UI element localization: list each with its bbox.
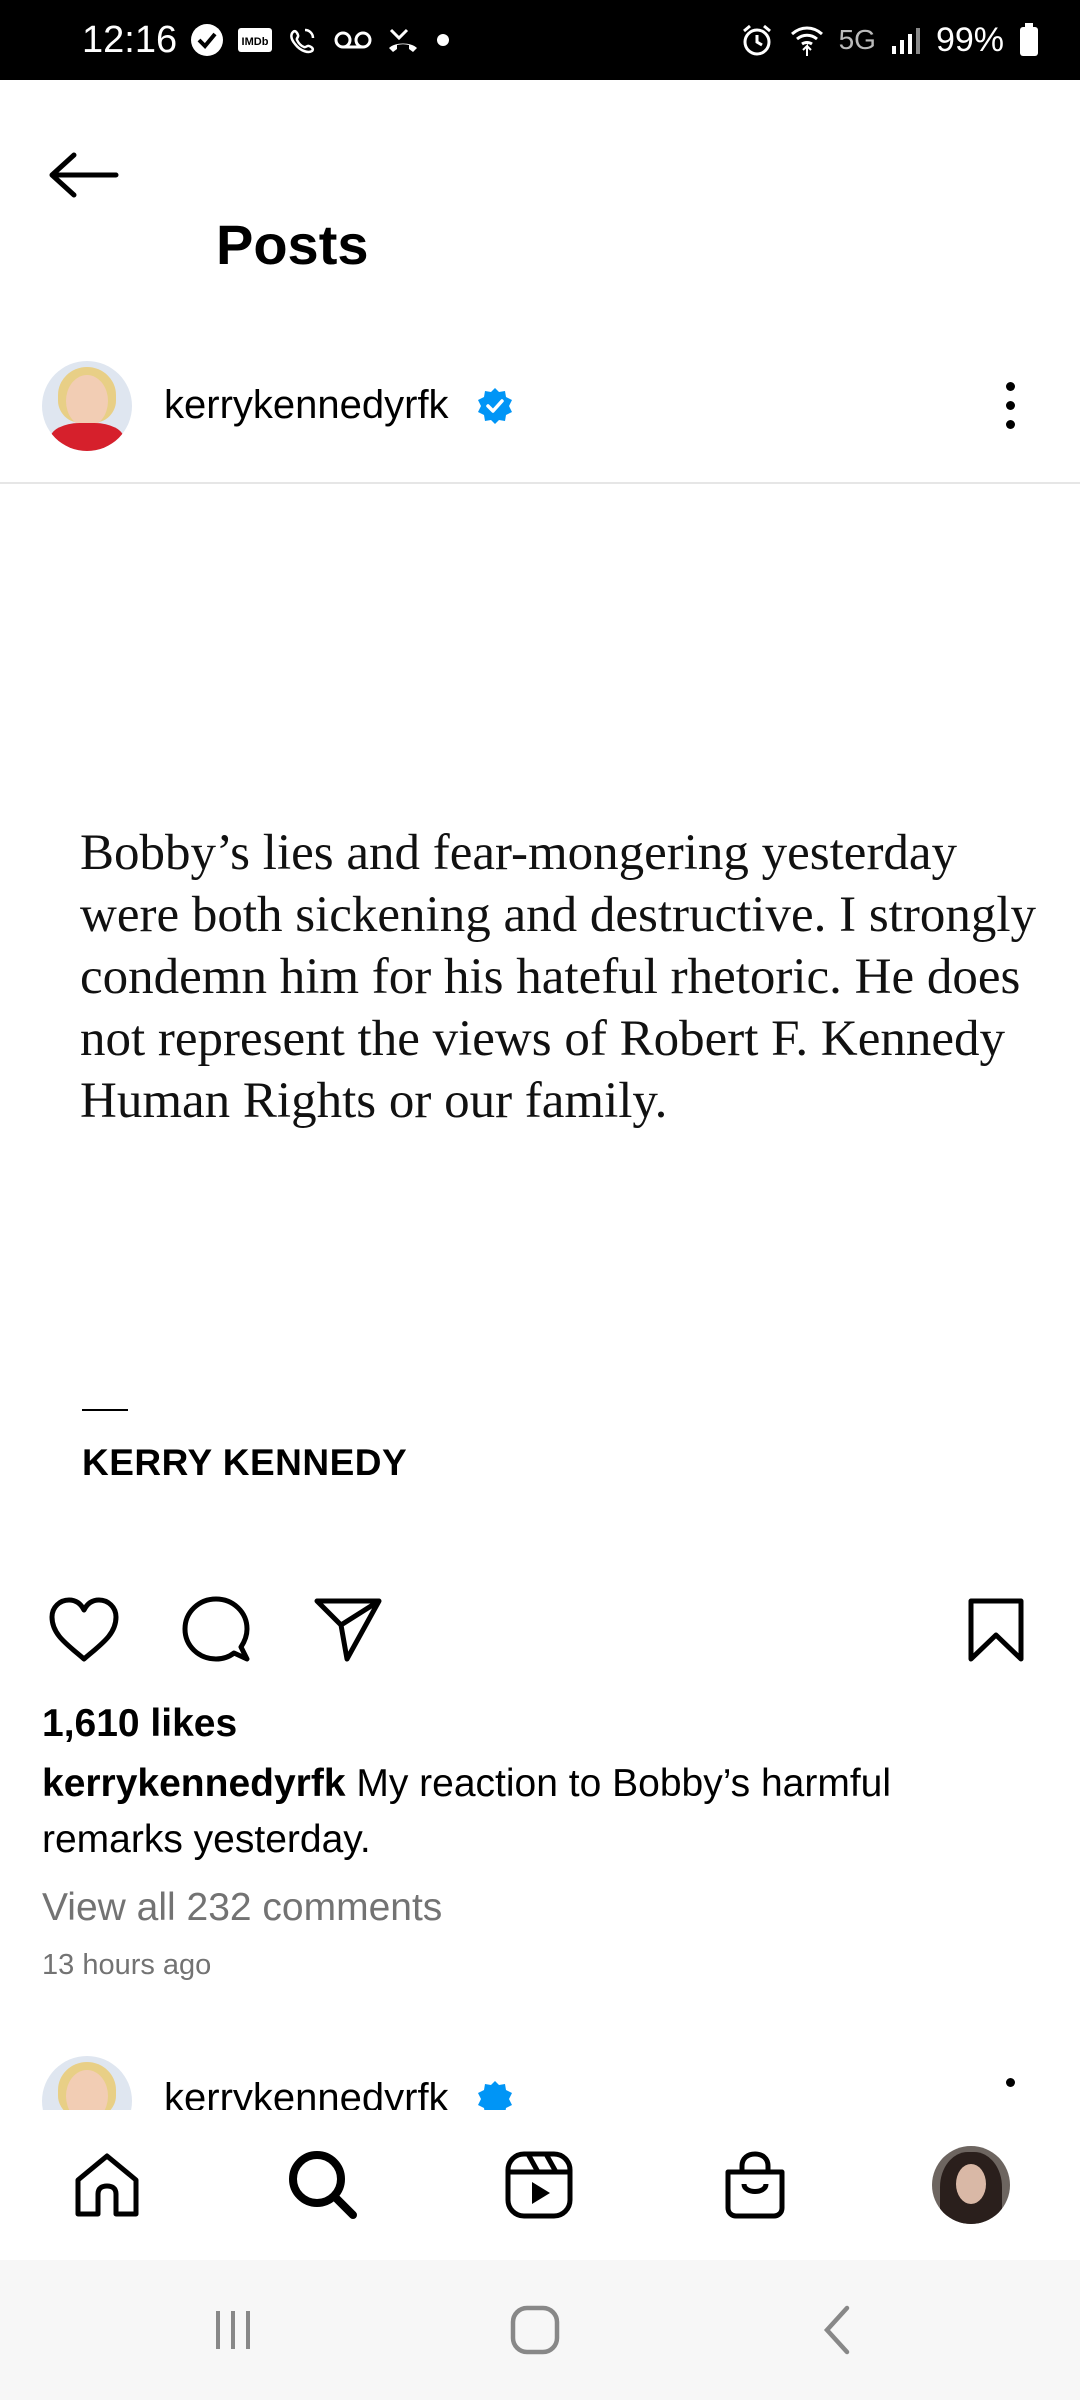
attribution-text: KERRY KENNEDY — [82, 1442, 408, 1483]
more-options-button[interactable] — [990, 370, 1030, 440]
comment-button[interactable] — [176, 1590, 256, 1670]
next-post-header: kerrykennedyrfk — [0, 2050, 1080, 2110]
nav-search[interactable] — [278, 2140, 368, 2230]
wifi-icon — [789, 20, 825, 60]
save-button[interactable] — [956, 1590, 1036, 1670]
avatar-face — [66, 375, 108, 427]
comment-icon — [182, 1596, 250, 1662]
back-button[interactable] — [44, 135, 124, 215]
home-system-button[interactable] — [490, 2290, 580, 2370]
back-chevron-icon — [823, 2305, 850, 2355]
post-image[interactable]: Bobby’s lies and fear-mongering yesterda… — [0, 484, 1080, 1564]
share-button[interactable] — [308, 1590, 388, 1670]
shopping-bag-icon — [725, 2151, 785, 2219]
search-icon — [289, 2151, 357, 2219]
nav-home[interactable] — [62, 2140, 152, 2230]
avatar-shirt — [50, 423, 124, 451]
nav-profile[interactable] — [926, 2140, 1016, 2230]
next-post-avatar[interactable] — [42, 2056, 132, 2110]
profile-avatar-face — [956, 2164, 986, 2204]
nav-shop[interactable] — [710, 2140, 800, 2230]
post-username[interactable]: kerrykennedyrfk — [164, 375, 449, 435]
network-type: 5G — [838, 24, 876, 55]
next-more-options-button[interactable] — [1006, 2078, 1015, 2087]
voicemail-icon — [333, 20, 373, 60]
home-square-icon — [510, 2305, 560, 2355]
wifi-call-icon — [285, 20, 321, 60]
recent-apps-button[interactable] — [188, 2290, 278, 2370]
nav-reels[interactable] — [494, 2140, 584, 2230]
missed-call-icon — [385, 20, 421, 60]
alarm-icon — [739, 20, 775, 60]
signal-icon — [890, 20, 922, 60]
caption-username[interactable]: kerrykennedyrfk — [42, 1762, 346, 1805]
view-comments-link[interactable]: View all 232 comments — [42, 1882, 442, 1934]
status-time: 12:16 — [82, 18, 178, 61]
page-title: Posts — [216, 213, 369, 276]
send-icon — [314, 1598, 382, 1662]
more-dot-icon — [1005, 419, 1015, 429]
post-avatar[interactable] — [42, 361, 132, 451]
home-icon — [75, 2153, 139, 2217]
more-dot-icon — [1005, 381, 1015, 391]
recent-apps-icon — [216, 2311, 250, 2349]
bottom-nav — [0, 2110, 1080, 2260]
status-left: 12:16 IMDb — [82, 0, 453, 80]
more-dot-icon — [1005, 400, 1015, 410]
heart-icon — [49, 1597, 119, 1662]
bookmark-icon — [968, 1598, 1024, 1662]
likes-count[interactable]: 1,610 likes — [42, 1698, 237, 1750]
profile-avatar — [932, 2146, 1010, 2224]
status-right: 5G 99% — [739, 0, 1040, 80]
reels-icon — [505, 2151, 573, 2219]
imdb-icon-text: IMDb — [242, 36, 269, 48]
post-caption: kerrykennedyrfk My reaction to Bobby’s h… — [42, 1756, 1042, 1868]
back-system-button[interactable] — [792, 2290, 882, 2370]
post-actions — [0, 1590, 1080, 1670]
next-post-username[interactable]: kerrykennedyrfk — [164, 2068, 449, 2110]
dot-icon — [433, 20, 453, 60]
like-button[interactable] — [44, 1590, 124, 1670]
system-nav-bar — [0, 2260, 1080, 2400]
status-bar: 12:16 IMDb 5G 99% — [0, 0, 1080, 80]
battery-percent: 99% — [935, 20, 1004, 59]
back-arrow-icon — [49, 152, 119, 198]
post-timestamp: 13 hours ago — [42, 1949, 212, 1981]
check-circle-icon — [189, 20, 225, 60]
verified-badge-icon — [478, 2081, 512, 2110]
quote-text: Bobby’s lies and fear-mongering yesterda… — [80, 825, 1037, 1129]
attribution-dash — [82, 1409, 128, 1411]
verified-badge-icon — [478, 388, 512, 424]
imdb-icon: IMDb — [237, 20, 273, 60]
battery-icon — [1018, 20, 1040, 60]
